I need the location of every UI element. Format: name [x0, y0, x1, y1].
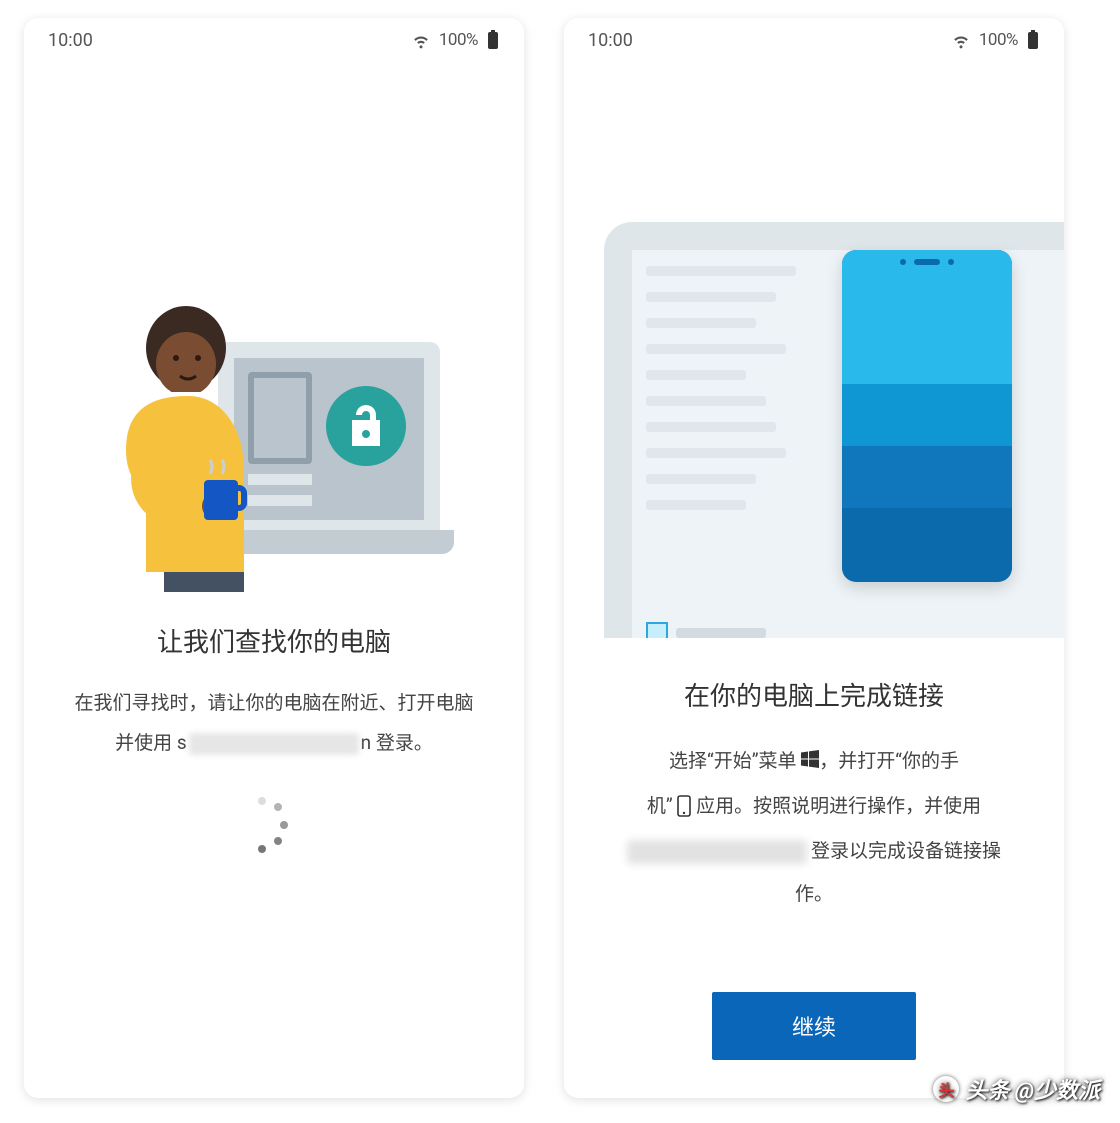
watermark-logo-icon: 头 [933, 1076, 959, 1102]
redacted-email [189, 733, 359, 755]
loading-spinner [244, 793, 304, 853]
status-time: 10:00 [588, 30, 633, 51]
status-time: 10:00 [48, 30, 93, 51]
phone-screen-left: 10:00 100% [24, 18, 524, 1098]
windows-icon [801, 740, 819, 784]
illustration-complete-link [604, 222, 1064, 642]
status-battery-text: 100% [439, 30, 478, 50]
continue-button[interactable]: 继续 [712, 992, 916, 1060]
page-title: 让我们查找你的电脑 [64, 622, 484, 659]
lock-icon [326, 386, 406, 466]
redacted-account [627, 840, 807, 864]
status-bar: 10:00 100% [564, 18, 1064, 62]
wifi-icon [411, 30, 431, 50]
phone-screen-right: 10:00 100% [564, 18, 1064, 1098]
watermark: 头 头条 @少数派 [933, 1073, 1100, 1105]
battery-icon [486, 30, 500, 50]
wifi-icon [951, 30, 971, 50]
illustration-find-pc [104, 292, 444, 592]
status-battery-text: 100% [979, 30, 1018, 50]
page-description: 选择“开始”菜单 ，并打开“你的手 机” 应用。按照说明进行操作，并使用 登录以… [600, 739, 1028, 916]
phone-mockup-icon [842, 250, 1012, 582]
page-description: 在我们寻找时，请让你的电脑在附近、打开电脑 并使用 sn 登录。 [56, 683, 492, 763]
page-title: 在你的电脑上完成链接 [600, 676, 1028, 713]
status-bar: 10:00 100% [24, 18, 524, 62]
phone-icon [677, 785, 691, 829]
person-illustration [104, 292, 294, 592]
battery-icon [1026, 30, 1040, 50]
